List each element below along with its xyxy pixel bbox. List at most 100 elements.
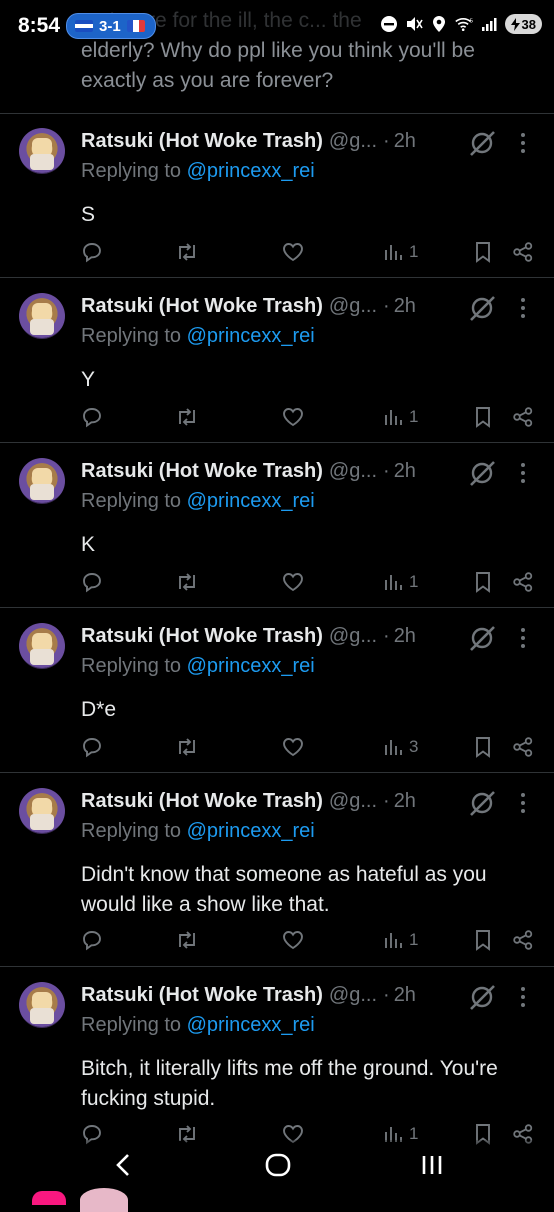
like-button[interactable] [281, 928, 305, 952]
separator-dot: · [383, 460, 390, 482]
signal-icon [480, 15, 498, 33]
avatar[interactable] [19, 293, 65, 339]
more-vertical-icon[interactable] [516, 625, 530, 651]
clock: 8:54 [18, 14, 61, 37]
views-button[interactable]: 1 [383, 570, 418, 594]
replying-to-link[interactable]: @princexx_rei [187, 325, 315, 347]
battery-indicator: 38 [504, 14, 542, 34]
avatar[interactable] [19, 788, 65, 834]
share-button[interactable] [512, 240, 534, 264]
reply-button[interactable] [81, 735, 103, 759]
grok-icon[interactable] [467, 458, 497, 488]
heart-icon [281, 736, 305, 758]
timestamp[interactable]: 2h [394, 790, 416, 813]
timestamp[interactable]: 2h [394, 625, 416, 648]
username[interactable]: @g... [329, 295, 377, 318]
display-name[interactable]: Ratsuki (Hot Woke Trash) [81, 295, 323, 318]
views-button[interactable]: 1 [383, 240, 418, 264]
replying-to-link[interactable]: @princexx_rei [187, 160, 315, 182]
flag-france-icon [126, 20, 145, 32]
tweet-text: D*e [81, 698, 117, 721]
display-name[interactable]: Ratsuki (Hot Woke Trash) [81, 984, 323, 1007]
reply-button[interactable] [81, 570, 103, 594]
more-vertical-icon[interactable] [516, 130, 530, 156]
grok-icon[interactable] [467, 293, 497, 323]
share-button[interactable] [512, 570, 534, 594]
display-name[interactable]: Ratsuki (Hot Woke Trash) [81, 625, 323, 648]
replying-to-link[interactable]: @princexx_rei [187, 655, 315, 677]
grok-icon[interactable] [467, 623, 497, 653]
retweet-button[interactable] [175, 735, 199, 759]
retweet-icon [175, 406, 199, 428]
username[interactable]: @g... [329, 984, 377, 1007]
display-name[interactable]: Ratsuki (Hot Woke Trash) [81, 460, 323, 483]
tweet-header: Ratsuki (Hot Woke Trash) @g... · 2h [81, 460, 416, 483]
avatar[interactable] [19, 458, 65, 504]
retweet-icon [175, 736, 199, 758]
views-button[interactable]: 1 [383, 405, 418, 429]
share-button[interactable] [512, 928, 534, 952]
grok-icon[interactable] [467, 982, 497, 1012]
views-button[interactable]: 3 [383, 735, 418, 759]
grok-icon[interactable] [467, 128, 497, 158]
svg-text:5: 5 [469, 18, 472, 24]
username[interactable]: @g... [329, 460, 377, 483]
timestamp[interactable]: 2h [394, 460, 416, 483]
timestamp[interactable]: 2h [394, 130, 416, 153]
replying-to-label: Replying to [81, 655, 182, 677]
username[interactable]: @g... [329, 130, 377, 153]
replying-to-link[interactable]: @princexx_rei [187, 1014, 315, 1036]
tweet-text: Bitch, it literally lifts me off the gro… [81, 1057, 498, 1110]
tweet-header: Ratsuki (Hot Woke Trash) @g... · 2h [81, 790, 416, 813]
timestamp[interactable]: 2h [394, 295, 416, 318]
tweet-text: Y [81, 368, 96, 391]
username[interactable]: @g... [329, 790, 377, 813]
like-button[interactable] [281, 735, 305, 759]
views-button[interactable]: 1 [383, 928, 418, 952]
timestamp[interactable]: 2h [394, 984, 416, 1007]
bookmark-button[interactable] [473, 570, 493, 594]
bookmark-button[interactable] [473, 405, 493, 429]
separator-dot: · [383, 295, 390, 317]
retweet-button[interactable] [175, 405, 199, 429]
avatar[interactable] [19, 128, 65, 174]
tweet-header: Ratsuki (Hot Woke Trash) @g... · 2h [81, 130, 416, 153]
more-vertical-icon[interactable] [516, 295, 530, 321]
reply-icon [81, 929, 103, 951]
more-vertical-icon[interactable] [516, 984, 530, 1010]
live-score-badge[interactable]: 3-1 [66, 13, 156, 39]
retweet-button[interactable] [175, 570, 199, 594]
replying-to-link[interactable]: @princexx_rei [187, 820, 315, 842]
share-button[interactable] [512, 405, 534, 429]
retweet-icon [175, 571, 199, 593]
more-vertical-icon[interactable] [516, 460, 530, 486]
more-vertical-icon[interactable] [516, 790, 530, 816]
back-icon[interactable] [108, 1150, 138, 1180]
like-button[interactable] [281, 405, 305, 429]
retweet-button[interactable] [175, 928, 199, 952]
views-count: 3 [409, 737, 419, 756]
retweet-button[interactable] [175, 240, 199, 264]
recents-icon[interactable] [418, 1150, 448, 1180]
replying-to-link[interactable]: @princexx_rei [187, 490, 315, 512]
home-icon[interactable] [263, 1150, 293, 1180]
heart-icon [281, 929, 305, 951]
like-button[interactable] [281, 240, 305, 264]
avatar[interactable] [19, 982, 65, 1028]
bookmark-button[interactable] [473, 240, 493, 264]
reply-button[interactable] [81, 928, 103, 952]
display-name[interactable]: Ratsuki (Hot Woke Trash) [81, 790, 323, 813]
divider [0, 113, 554, 114]
username[interactable]: @g... [329, 625, 377, 648]
bookmark-button[interactable] [473, 928, 493, 952]
reply-button[interactable] [81, 405, 103, 429]
like-button[interactable] [281, 570, 305, 594]
reply-button[interactable] [81, 240, 103, 264]
bookmark-button[interactable] [473, 735, 493, 759]
display-name[interactable]: Ratsuki (Hot Woke Trash) [81, 130, 323, 153]
share-button[interactable] [512, 735, 534, 759]
do-not-disturb-icon [380, 15, 398, 33]
views-icon [383, 572, 403, 592]
avatar[interactable] [19, 623, 65, 669]
grok-icon[interactable] [467, 788, 497, 818]
